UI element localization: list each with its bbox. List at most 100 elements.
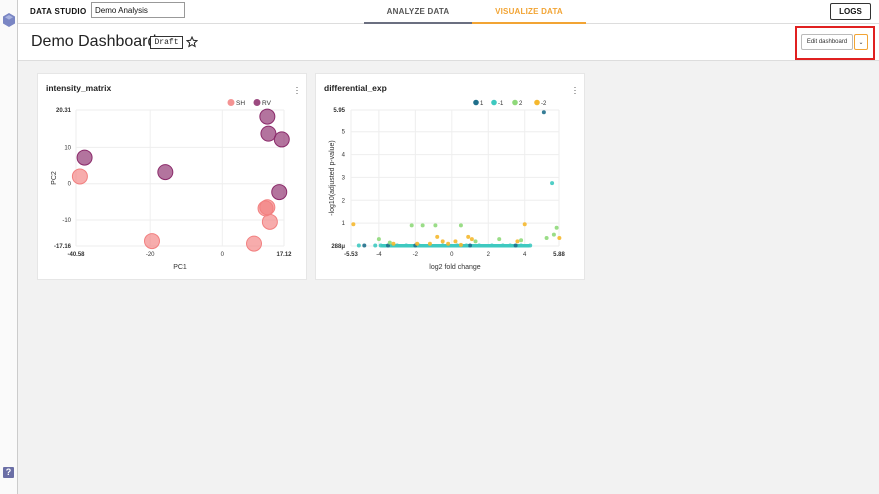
star-icon[interactable] [186,36,198,48]
edit-dashboard-button[interactable]: Edit dashboard [801,34,853,50]
intensity-matrix-chart: -40.58 -20 0 17.12 20.31 10 0 -10 -17.16 PC1 PC2 SH… [51,99,292,271]
data-point [453,239,458,244]
x-axis-label: PC1 [173,264,187,271]
legend-label: -2 [541,101,547,107]
data-point [508,243,513,248]
data-point [387,240,392,245]
data-point [489,243,494,248]
x-tick-label: -20 [146,252,155,258]
legend-marker [227,99,235,106]
data-point [550,181,555,186]
logs-button[interactable]: LOGS [830,3,871,20]
data-point [455,243,460,248]
y-axis-label: -log10(adjusted p-value) [329,140,336,216]
legend-marker [473,99,479,106]
data-point [76,149,93,166]
x-tick-label: -2 [413,252,419,258]
data-point [473,239,478,244]
data-point [433,223,438,228]
tab-analyze-data[interactable]: ANALYZE DATA [364,0,472,24]
data-point [246,235,263,252]
help-icon[interactable]: ? [3,467,14,478]
status-badge: Draft [150,36,183,49]
data-point [378,243,383,248]
brand-label: DATA STUDIO [30,7,87,16]
y-tick-label: 288μ [331,244,345,250]
data-point [356,243,361,248]
x-tick-label: 5.88 [553,252,565,258]
kebab-menu-icon[interactable]: · · · [294,83,300,98]
card-title: differential_exp [324,83,387,93]
data-point [513,243,518,248]
data-point [554,225,559,230]
legend-label: -1 [498,101,504,107]
x-tick-label: -40.58 [67,252,85,258]
data-point [541,110,546,115]
data-point [362,243,367,248]
y-tick-label: 4 [342,153,346,159]
data-point [497,237,502,242]
data-point [519,243,524,248]
data-point [259,108,276,125]
data-point [435,234,440,239]
data-point [395,243,400,248]
data-point [557,236,562,240]
data-point [515,239,520,244]
x-tick-label: -4 [376,252,382,258]
data-point [500,243,505,248]
y-tick-label: 20.31 [56,108,72,114]
data-point [415,241,420,246]
card-title: intensity_matrix [46,83,112,93]
data-point [544,236,549,240]
data-point [519,238,524,243]
legend-label: 2 [519,101,523,107]
data-point [440,239,445,244]
tab-visualize-data[interactable]: VISUALIZE DATA [472,0,586,24]
data-point [477,243,482,248]
x-tick-label: 2 [487,252,491,258]
data-point [466,234,471,239]
y-tick-label: 3 [342,175,346,181]
data-point [440,243,445,248]
data-point [271,184,288,201]
data-point [427,241,432,246]
dashboard-header: Demo Dashboard Draft Edit dashboard ⌄ [18,24,879,61]
data-point [373,243,378,248]
x-tick-label: 0 [221,252,225,258]
legend-label: SH [236,100,245,107]
data-point [376,237,381,242]
data-point [351,222,356,227]
data-point [469,237,474,242]
y-tick-label: 5.95 [333,108,345,114]
data-point [404,243,409,248]
y-tick-label: -17.16 [54,244,72,250]
page-title: Demo Dashboard [31,33,157,50]
x-tick-label: -5.53 [344,252,358,258]
y-axis-label: PC2 [51,171,58,185]
legend-marker [491,99,497,106]
data-point [143,233,160,250]
top-bar: DATA STUDIO ANALYZE DATA VISUALIZE DATA … [18,0,879,24]
data-point [261,213,278,230]
data-point [446,241,451,246]
data-point [468,243,473,248]
data-point [551,232,556,237]
data-point [464,243,469,248]
legend-marker [512,99,518,106]
chart-card-intensity-matrix: -40.58 -20 0 17.12 20.31 10 0 -10 -17.16 PC1 PC2 SH… [37,73,307,280]
analysis-name-input[interactable] [91,2,185,18]
legend-marker [534,99,540,106]
y-tick-label: 5 [342,130,346,136]
y-tick-label: 2 [342,198,346,204]
legend-label: RV [262,100,272,107]
y-tick-label: 10 [64,145,71,151]
chevron-down-icon[interactable]: ⌄ [854,34,868,50]
layers-icon[interactable] [3,13,15,27]
data-point [257,200,274,217]
y-tick-label: -10 [62,218,71,224]
data-point [458,223,463,228]
kebab-menu-icon[interactable]: · · · [572,83,578,98]
legend-marker [253,99,261,106]
data-point [260,125,277,142]
x-axis-label: log2 fold change [429,264,480,271]
